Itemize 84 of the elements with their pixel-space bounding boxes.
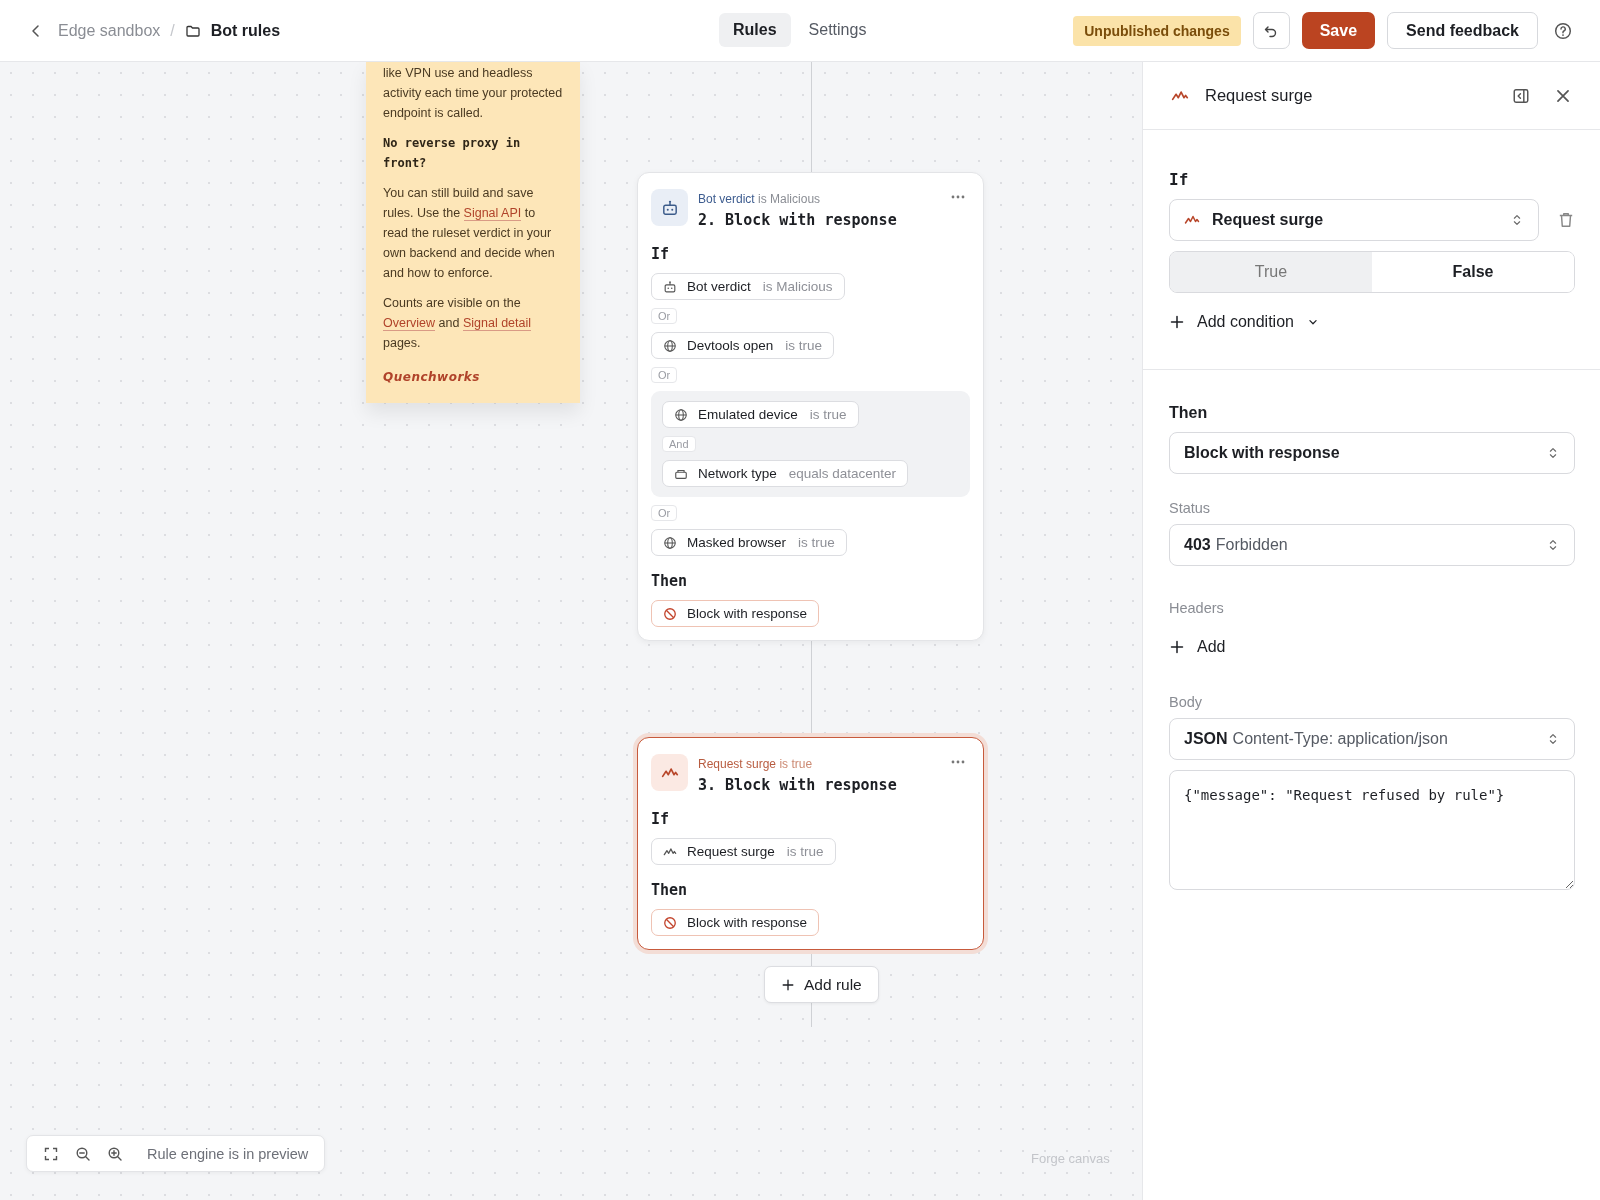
section-label: If [1169,170,1190,189]
zoom-in-icon [107,1145,123,1162]
note-link[interactable]: Signal detail [462,316,531,331]
section-label: If [651,810,671,828]
field-label: Status [1169,500,1212,516]
delete-button[interactable] [1557,211,1575,229]
logic-operator: Or [651,505,678,521]
feedback-button[interactable]: Send feedback [1387,12,1538,49]
note-paragraph: You can still build and save rules. Use the Signal API to read the ruleset verdict in your own backend and decide when and how to enforce. [383,185,556,282]
condition-name: Masked browser [687,535,787,550]
condition-operator: is true [809,407,847,422]
globe-icon [663,338,677,353]
logic-operator: Or [651,367,678,383]
panel-title: Request surge [1205,86,1313,105]
rule-title: 3. Block with response [698,776,898,794]
action-chip[interactable]: Block with response [651,600,820,627]
save-button[interactable]: Save [1301,12,1376,49]
rule-trigger: Bot verdict is Malicious [698,192,821,206]
action-name: Block with response [687,606,808,621]
breadcrumb-separator: / [170,21,175,40]
body-field[interactable]: {"message": "Request refused by rule"} [1169,770,1575,890]
condition-chip[interactable]: Devtools open is true [651,332,835,359]
toggle-option[interactable]: True [1170,252,1372,292]
breadcrumb-current: Bot rules [210,21,281,40]
note-paragraph: like VPN use and headless activity each time your protected endpoint is called. [383,65,563,122]
action-name: Block with response [687,915,808,930]
tab[interactable]: Settings [794,13,881,47]
condition-name: Devtools open [687,338,774,353]
condition-operator: is true [798,535,835,550]
condition-chip[interactable]: Request surge is true [651,838,836,865]
globe-icon [674,407,688,422]
note-signature: Quenchworks [383,369,481,386]
fit-view-icon [43,1145,59,1162]
condition-operator: is true [785,338,823,353]
field-label: Body [1169,694,1204,710]
robot-icon [663,279,677,294]
add-condition-button[interactable]: Add condition [1169,313,1320,331]
plus-icon [1169,639,1185,655]
note-link[interactable]: Signal API [463,206,522,221]
status-select[interactable]: 403 Forbidden [1169,524,1575,566]
note-paragraph: Counts are visible on the Overview and Signal detail pages. [383,295,533,352]
robot-icon [660,198,679,217]
condition-chip[interactable]: Bot verdict is Malicious [651,273,845,300]
condition-operator: is Malicious [762,279,833,294]
body-type-select[interactable]: JSON Content-Type: application/json [1169,718,1575,760]
logic-operator: Or [651,308,678,324]
sidebar-icon [1512,86,1530,105]
condition-operator: equals datacenter [788,466,897,481]
condition-name: Request surge [687,844,775,859]
trash-icon [1557,211,1575,229]
preview-notice: Rule engine is in preview [147,1145,309,1162]
status-badge: Unpublished changes [1073,15,1241,46]
action-select[interactable]: Block with response [1169,432,1575,474]
tab[interactable]: Rules [719,13,791,47]
undo-button[interactable] [1252,12,1290,49]
globe-icon [663,535,677,550]
condition-chip[interactable]: Network type equals datacenter [662,460,909,487]
block-icon [663,915,677,930]
logic-operator: And [662,436,696,452]
rule-trigger: Request surge is true [698,757,813,771]
section-label: Then [651,572,689,590]
block-icon [663,606,677,621]
plus-icon [781,977,795,992]
condition-operator: is true [786,844,824,859]
action-chip[interactable]: Block with response [651,909,820,936]
condition-chip[interactable]: Emulated device is true [662,401,859,428]
condition-select[interactable]: Request surge [1169,199,1539,241]
condition-chip[interactable]: Masked browser is true [651,529,847,556]
rule-card[interactable] [637,172,984,641]
condition-name: Network type [698,466,777,481]
rule-title: 2. Block with response [698,211,898,229]
note-heading: No reverse proxy in front? [383,135,522,172]
note-link[interactable]: Overview [383,316,436,331]
condition-name: Emulated device [698,407,798,422]
plus-icon [1169,314,1185,330]
section-label: If [651,245,671,263]
zoom-out-icon [75,1145,91,1162]
section-label: Then [1169,404,1209,422]
add-header-button[interactable]: Add [1169,638,1226,656]
section-label: Then [651,881,689,899]
field-label: Headers [1169,600,1225,616]
add-rule-button[interactable]: Add rule [764,966,879,1003]
condition-name: Bot verdict [687,279,751,294]
help-icon [1554,21,1572,40]
